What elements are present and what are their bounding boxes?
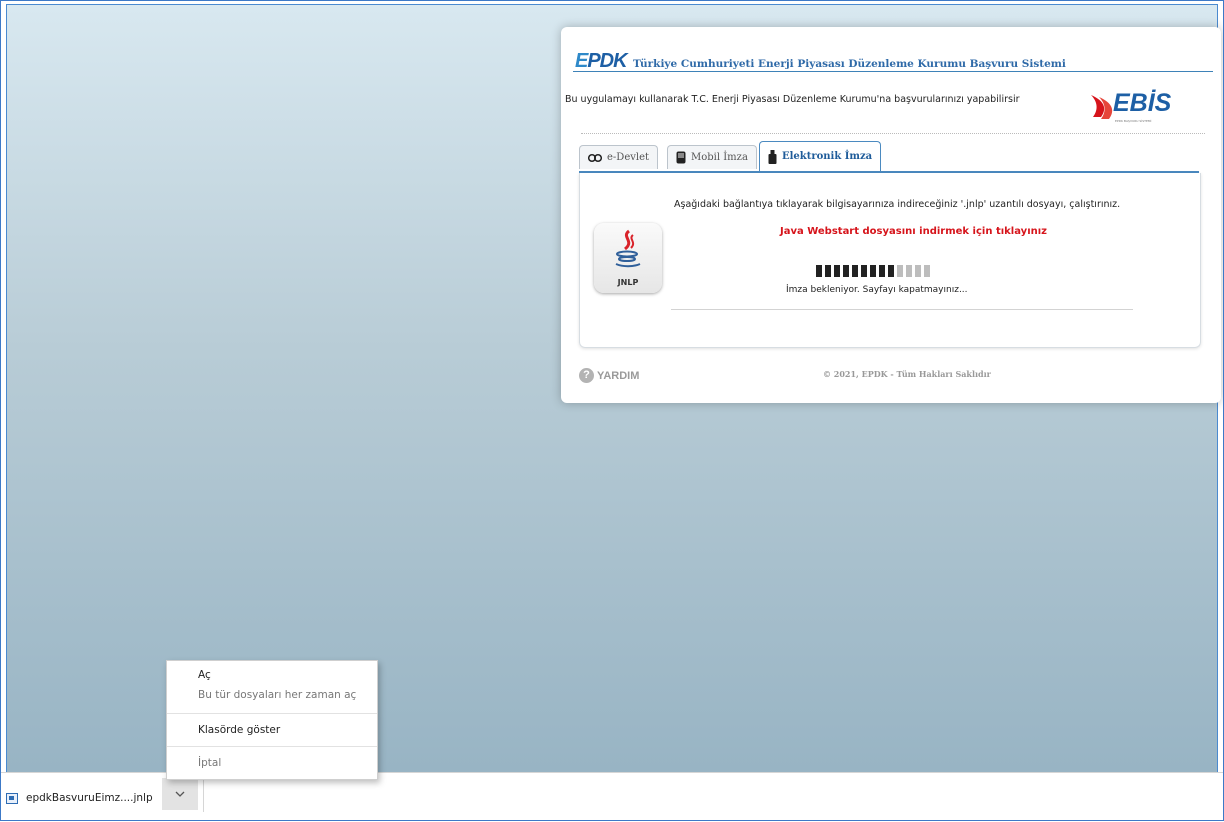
progress-block (888, 265, 894, 277)
ebis-logo-subtext: EPDK BAŞVURU SİSTEMİ (1115, 119, 1152, 123)
chevron-down-icon (175, 791, 185, 797)
ebis-logo-mark-icon (1091, 95, 1113, 119)
epdk-logo: EPDK (575, 50, 628, 72)
progress-block (915, 265, 921, 277)
progress-block (861, 265, 867, 277)
divider (581, 133, 1205, 134)
progress-block (816, 265, 822, 277)
download-options-button[interactable] (162, 778, 198, 810)
login-tabs: e-Devlet Mobil İmza Elektronik İmza (579, 141, 1199, 171)
progress-block (906, 265, 912, 277)
java-cup-icon (615, 229, 641, 268)
progress-block (879, 265, 885, 277)
progress-block (852, 265, 858, 277)
page-subtitle: Bu uygulamayı kullanarak T.C. Enerji Piy… (565, 94, 1020, 105)
menu-separator (167, 746, 377, 747)
progress-block (843, 265, 849, 277)
page-title: Türkiye Cumhuriyeti Enerji Piyasası Düze… (633, 58, 1066, 70)
waiting-status: İmza bekleniyor. Sayfayı kapatmayınız... (786, 285, 968, 295)
menu-separator (167, 713, 377, 714)
java-webstart-download-link[interactable]: Java Webstart dosyasını indirmek için tı… (780, 226, 1047, 237)
usb-token-icon (768, 149, 777, 164)
mobile-phone-icon (676, 151, 686, 164)
edevlet-icon (588, 153, 602, 162)
progress-block (870, 265, 876, 277)
ebis-logo-text: EBİS (1113, 89, 1172, 117)
progress-block (825, 265, 831, 277)
help-label: YARDIM (597, 369, 640, 382)
help-link[interactable]: ? YARDIM (579, 368, 639, 383)
tab-label: Elektronik İmza (782, 151, 873, 162)
file-icon (6, 792, 18, 804)
browser-viewport: EPDK Türkiye Cumhuriyeti Enerji Piyasası… (6, 4, 1221, 772)
jnlp-file-icon: JNLP (594, 223, 662, 293)
menu-item-show-in-folder[interactable]: Klasörde göster (198, 724, 280, 736)
tab-label: e-Devlet (607, 152, 650, 163)
tab-elektronik-imza[interactable]: Elektronik İmza (759, 141, 882, 171)
help-icon: ? (579, 368, 594, 383)
tab-mobil-imza[interactable]: Mobil İmza (667, 145, 757, 169)
signature-panel: Aşağıdaki bağlantıya tıklayarak bilgisay… (579, 173, 1201, 348)
login-card: EPDK Türkiye Cumhuriyeti Enerji Piyasası… (561, 27, 1221, 403)
menu-item-always-open[interactable]: Bu tür dosyaları her zaman aç (198, 689, 356, 701)
progress-block (834, 265, 840, 277)
progress-indicator (816, 265, 930, 277)
menu-item-open[interactable]: Aç (198, 669, 211, 681)
progress-block (924, 265, 930, 277)
panel-divider (671, 309, 1133, 310)
progress-block (897, 265, 903, 277)
tab-label: Mobil İmza (691, 152, 748, 163)
menu-item-cancel[interactable]: İptal (198, 757, 221, 769)
jnlp-label: JNLP (617, 278, 639, 287)
tab-e-devlet[interactable]: e-Devlet (579, 145, 659, 169)
download-context-menu: Aç Bu tür dosyaları her zaman aç Klasörd… (166, 660, 378, 780)
copyright-text: © 2021, EPDK - Tüm Hakları Saklıdır (823, 369, 991, 379)
download-filename: epdkBasvuruEimz....jnlp (26, 792, 153, 804)
download-bar-separator (203, 776, 204, 812)
instruction-text: Aşağıdaki bağlantıya tıklayarak bilgisay… (674, 199, 1121, 210)
ebis-logo: EBİS EPDK BAŞVURU SİSTEMİ (1089, 89, 1199, 125)
download-item[interactable]: epdkBasvuruEimz....jnlp (6, 785, 153, 811)
